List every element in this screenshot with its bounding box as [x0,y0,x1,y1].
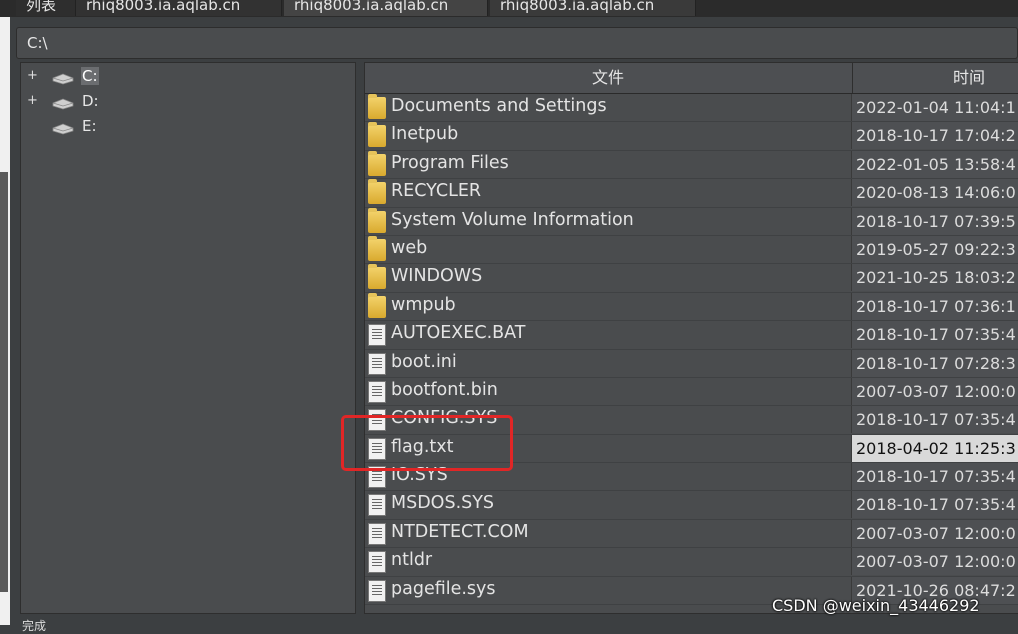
expand-icon[interactable]: + [27,68,39,83]
table-row[interactable]: System Volume Information 2018-10-17 07:3… [365,207,1018,236]
folder-icon [368,292,386,318]
file-list: 文件 时间 Documents and Settings 2022-01-04 1… [364,62,1018,614]
file-icon [368,494,386,517]
table-row[interactable]: Program Files 2022-01-05 13:58:4 [365,150,1018,180]
tab-session-1[interactable]: rhiq8003.ia.aqlab.cn [76,0,282,16]
file-name: NTDETECT.COM [391,521,529,542]
file-name: Inetpub [391,124,459,145]
path-input[interactable]: C:\ [27,34,48,52]
file-time: 2018-10-17 17:04:2 [851,122,1018,150]
table-row[interactable]: boot.ini 2018-10-17 07:28:3 [365,349,1018,378]
file-time: 2018-04-02 11:25:3 [851,434,1018,462]
column-header-name[interactable]: 文件 [365,63,851,93]
background-window-panel [0,172,8,592]
file-icon [368,551,386,574]
table-row[interactable]: Inetpub 2018-10-17 17:04:2 [365,122,1018,151]
file-name: pagefile.sys [391,578,496,599]
table-row[interactable]: WINDOWS 2021-10-25 18:03:2 [365,264,1018,293]
file-icon [368,352,386,375]
file-icon [368,324,386,347]
file-time: 2018-10-17 07:35:4 [851,491,1018,519]
table-row[interactable]: NTDETECT.COM 2007-03-07 12:00:0 [365,519,1018,549]
tree-item-label: D: [82,92,99,110]
file-time: 2018-10-17 07:39:5 [851,207,1018,235]
expand-icon[interactable]: + [27,93,39,108]
file-name: Program Files [391,152,509,173]
red-highlight-box [341,415,513,471]
file-name: Documents and Settings [391,96,607,116]
file-time: 2020-08-13 14:06:0 [851,179,1018,207]
file-time: 2022-01-04 11:04:1 [851,94,1018,121]
file-name: bootfont.bin [391,379,498,400]
tree-item-label: C: [81,67,99,85]
file-name: wmpub [391,294,456,315]
drive-icon [51,96,75,114]
file-time: 2019-05-27 09:22:3 [851,235,1018,263]
file-time: 2007-03-07 12:00:0 [851,377,1018,405]
file-rows: Documents and Settings 2022-01-04 11:04:1… [365,94,1018,606]
path-bar[interactable]: C:\ [16,27,1018,59]
drive-icon [51,121,75,139]
file-time: 2007-03-07 12:00:0 [851,519,1018,547]
tab-session-2[interactable]: rhiq8003.ia.aqlab.cn [284,0,488,16]
folder-icon [368,207,386,233]
table-row[interactable]: RECYCLER 2020-08-13 14:06:0 [365,179,1018,208]
file-name: boot.ini [391,351,457,372]
folder-icon [368,150,386,176]
file-time: 2007-03-07 12:00:0 [851,548,1018,576]
file-time: 2018-10-17 07:35:4 [851,463,1018,491]
table-row[interactable]: MSDOS.SYS 2018-10-17 07:35:4 [365,491,1018,520]
folder-icon [368,235,386,261]
file-name: RECYCLER [391,181,482,202]
table-row[interactable]: web 2019-05-27 09:22:3 [365,235,1018,265]
file-name: ntldr [391,550,433,571]
column-header-time[interactable]: 时间 [852,63,1018,93]
file-icon [368,380,386,403]
file-name: WINDOWS [391,266,483,287]
file-name: System Volume Information [391,209,634,230]
folder-icon [368,179,386,205]
file-icon [368,579,386,602]
file-time: 2022-01-05 13:58:4 [851,150,1018,178]
tab-list[interactable]: 列表 [16,0,76,16]
file-time: 2018-10-17 07:35:4 [851,321,1018,349]
table-row[interactable]: AUTOEXEC.BAT 2018-10-17 07:35:4 [365,321,1018,350]
file-time: 2018-10-17 07:35:4 [851,406,1018,434]
drive-tree: + C: + D: E: [20,62,356,614]
file-time: 2018-10-17 07:28:3 [851,349,1018,377]
file-icon [368,522,386,545]
folder-icon [368,264,386,290]
file-time: 2018-10-17 07:36:1 [851,292,1018,320]
folder-icon [368,122,386,148]
drive-icon [51,71,75,89]
folder-icon [368,94,386,119]
background-window-fragment [0,17,10,625]
table-row[interactable]: wmpub 2018-10-17 07:36:1 [365,292,1018,322]
tab-session-3[interactable]: rhiq8003.ia.aqlab.cn [490,0,696,16]
file-time: 2021-10-25 18:03:2 [851,264,1018,292]
tree-item-label: E: [82,117,97,135]
file-list-header: 文件 时间 [365,63,1018,94]
table-row[interactable]: ntldr 2007-03-07 12:00:0 [365,548,1018,577]
table-row[interactable]: Documents and Settings 2022-01-04 11:04:1 [365,94,1018,123]
tab-strip: 列表 rhiq8003.ia.aqlab.cn rhiq8003.ia.aqla… [0,0,1018,17]
file-name: MSDOS.SYS [391,493,495,514]
file-name: web [391,237,428,258]
table-row[interactable]: bootfont.bin 2007-03-07 12:00:0 [365,377,1018,407]
status-text: 完成 [22,619,47,633]
file-name: AUTOEXEC.BAT [391,323,526,344]
watermark: CSDN @weixin_43446292 [772,596,980,615]
